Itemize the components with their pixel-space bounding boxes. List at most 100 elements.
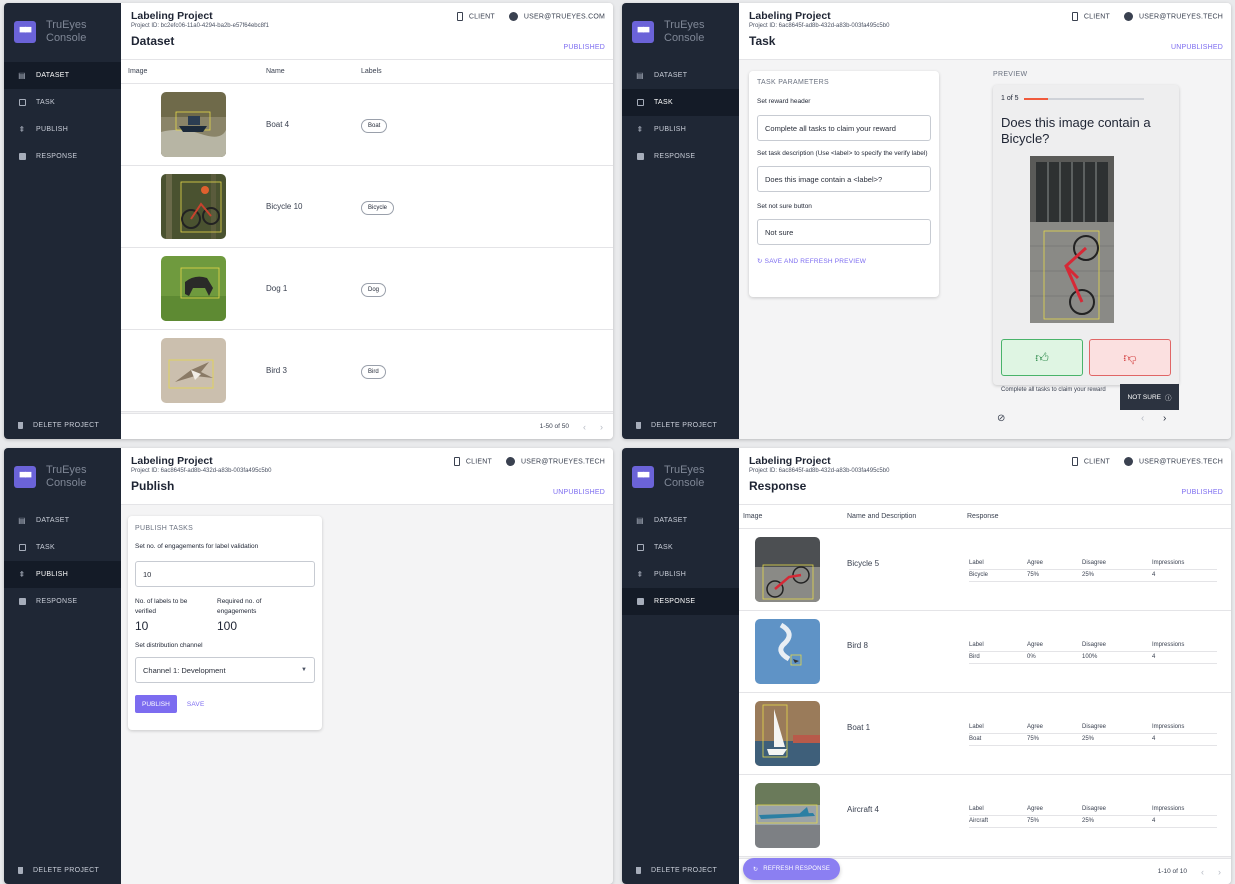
engagements-input[interactable]: 10 [135, 561, 315, 587]
user-menu[interactable]: USER@TRUEYES.TECH [1123, 457, 1223, 466]
publish-tasks-card: PUBLISH TASKS Set no. of engagements for… [128, 516, 322, 730]
table-row[interactable]: Boat 1 Label Agree Disagree Impressions Boat 7… [739, 693, 1231, 775]
sidebar-item-dataset[interactable]: ▤ DATASET [622, 62, 739, 89]
folder-icon: ▤ [18, 71, 26, 80]
trash-icon [636, 866, 641, 874]
phone-icon [453, 457, 460, 466]
channel-select[interactable]: Channel 1: Development ▼ [135, 657, 315, 683]
sidebar-item-task[interactable]: TASK [622, 89, 739, 116]
column-image: Image [128, 68, 148, 75]
row-name: Aircraft 4 [847, 805, 880, 814]
row-name: Boat 1 [847, 723, 871, 732]
publish-icon: ⇞ [18, 125, 26, 134]
table-row[interactable]: Bicycle 5 Label Agree Disagree Impressions Bi… [739, 529, 1231, 611]
block-icon[interactable]: ⊘ [997, 413, 1005, 424]
delete-project-button[interactable]: DELETE PROJECT [4, 860, 121, 880]
brand-name: TruEyes [46, 18, 87, 31]
sidebar-item-response[interactable]: RESPONSE [4, 143, 121, 170]
sidebar-item-publish[interactable]: ⇞ PUBLISH [622, 116, 739, 143]
sidebar-item-publish[interactable]: ⇞ PUBLISH [622, 561, 739, 588]
next-preview-icon[interactable]: › [1163, 413, 1166, 424]
card-title: TASK PARAMETERS [757, 79, 829, 86]
refresh-response-button[interactable]: ↻ REFRESH RESPONSE [743, 858, 841, 880]
delete-project-button[interactable]: DELETE PROJECT [4, 415, 121, 435]
sidebar-item-dataset[interactable]: ▤ DATASET [4, 62, 121, 89]
user-menu[interactable]: USER@TRUEYES.COM [508, 12, 605, 21]
help-icon: ⓘ [1164, 395, 1172, 402]
bicycle-image [161, 174, 226, 239]
response-table: Label Agree Disagree Impressions Aircraft 75%… [969, 804, 1217, 828]
brand-subtitle: Console [664, 476, 705, 489]
sidebar-item-publish[interactable]: ⇞ PUBLISH [4, 561, 121, 588]
brand-name: TruEyes [664, 463, 705, 476]
folder-icon: ▤ [18, 516, 26, 525]
table-header: Image Name and Description Response [739, 505, 1231, 529]
bird-image [161, 338, 226, 403]
prev-page-icon[interactable]: ‹ [1201, 867, 1204, 877]
boat-image [755, 701, 820, 766]
sidebar-item-task[interactable]: TASK [622, 534, 739, 561]
next-page-icon[interactable]: › [1218, 867, 1221, 877]
response-window: ▀▀ TruEyes Console ▤ DATASET TASK ⇞ PUBLISH… [622, 448, 1231, 884]
publish-window: ▀▀ TruEyes Console ▤ DATASET TASK ⇞ PUBLISH… [4, 448, 613, 884]
sidebar-item-dataset[interactable]: ▤ DATASET [4, 507, 121, 534]
refresh-icon: ↻ [753, 866, 759, 873]
disagree-button[interactable]: 👎︎ [1089, 339, 1171, 376]
table-row[interactable]: Bicycle 10 Bicycle [121, 166, 613, 248]
agree-button[interactable]: 👍︎ [1001, 339, 1083, 376]
response-icon [18, 153, 26, 161]
project-id: Project ID: bc2efc06-11a0-4294-ba2b-e57f… [131, 23, 269, 29]
client-button[interactable]: CLIENT [456, 12, 495, 21]
progress-fill [1023, 97, 1048, 100]
publish-status: UNPUBLISHED [1171, 44, 1223, 51]
client-button[interactable]: CLIENT [1071, 12, 1110, 21]
table-row[interactable]: Bird 3 Bird [121, 330, 613, 412]
sidebar-item-response[interactable]: RESPONSE [622, 588, 739, 615]
card-title: PUBLISH TASKS [135, 525, 194, 532]
next-page-icon[interactable]: › [600, 422, 603, 432]
sidebar-item-response[interactable]: RESPONSE [622, 143, 739, 170]
response-label: Aircraft [969, 818, 989, 824]
prev-page-icon[interactable]: ‹ [583, 422, 586, 432]
reward-header-input[interactable]: Complete all tasks to claim your reward [757, 115, 931, 141]
sidebar-item-response[interactable]: RESPONSE [4, 588, 121, 615]
not-sure-label: Set not sure button [757, 203, 812, 210]
page-header: Labeling Project Project ID: bc2efc06-11… [121, 3, 613, 60]
response-icon [636, 598, 644, 606]
task-description-input[interactable]: Does this image contain a <label>? [757, 166, 931, 192]
prev-preview-icon[interactable]: ‹ [1141, 413, 1144, 424]
publish-button[interactable]: PUBLISH [135, 695, 177, 713]
save-refresh-button[interactable]: ↻ SAVE AND REFRESH PREVIEW [757, 257, 931, 265]
delete-project-button[interactable]: DELETE PROJECT [622, 860, 739, 880]
column-labels: Labels [361, 68, 382, 75]
column-name-description: Name and Description [847, 513, 917, 520]
sidebar-item-publish[interactable]: ⇞ PUBLISH [4, 116, 121, 143]
table-row[interactable]: Dog 1 Dog [121, 248, 613, 330]
sidebar-item-dataset[interactable]: ▤ DATASET [622, 507, 739, 534]
not-sure-input[interactable]: Not sure [757, 219, 931, 245]
phone-icon [1071, 12, 1078, 21]
task-question: Does this image contain a Bicycle? [1001, 115, 1151, 146]
table-row[interactable]: Bird 8 Label Agree Disagree Impressions Bird 0… [739, 611, 1231, 693]
reward-label: Set reward header [757, 98, 811, 105]
client-button[interactable]: CLIENT [453, 457, 492, 466]
not-sure-button[interactable]: NOT SURE ⓘ [1120, 384, 1179, 410]
save-button[interactable]: SAVE [187, 701, 205, 708]
sidebar-item-task[interactable]: TASK [4, 89, 121, 116]
row-name: Bicycle 5 [847, 559, 880, 568]
dog-image [161, 256, 226, 321]
table-row[interactable]: Boat 4 Boat [121, 84, 613, 166]
user-menu[interactable]: USER@TRUEYES.TECH [505, 457, 605, 466]
required-count: 100 [217, 619, 238, 633]
task-icon [636, 544, 644, 552]
row-name: Bicycle 10 [266, 202, 303, 211]
task-preview: 1 of 5 Does this image contain a Bicycle… [993, 85, 1179, 385]
delete-project-button[interactable]: DELETE PROJECT [622, 415, 739, 435]
table-row[interactable]: Aircraft 4 Label Agree Disagree Impressions A… [739, 775, 1231, 857]
brand-subtitle: Console [46, 476, 87, 489]
sidebar-item-task[interactable]: TASK [4, 534, 121, 561]
user-menu[interactable]: USER@TRUEYES.TECH [1123, 12, 1223, 21]
column-response: Response [967, 513, 999, 520]
client-button[interactable]: CLIENT [1071, 457, 1110, 466]
trueyes-logo: ▀▀ [14, 465, 36, 488]
